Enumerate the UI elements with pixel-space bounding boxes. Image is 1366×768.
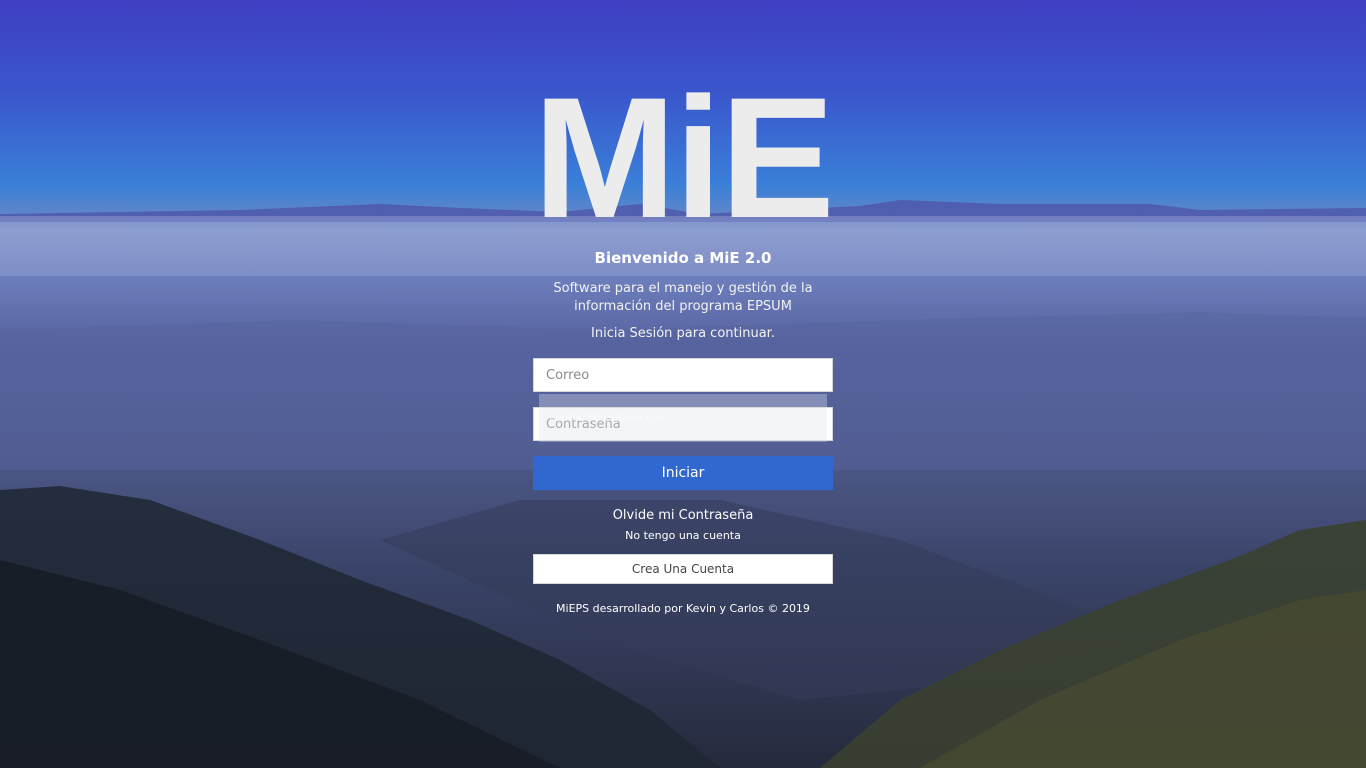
app-description: Software para el manejo y gestión de la … [553,281,813,314]
email-field[interactable] [533,358,833,392]
welcome-heading: Bienvenido a MiE 2.0 [594,249,772,267]
forgot-password-link[interactable]: Olvide mi Contraseña [533,508,833,523]
create-account-button[interactable]: Crea Una Cuenta [533,554,833,584]
no-account-text: No tengo una cuenta [625,529,741,542]
autofill-email-text: kevbar10@gmail.com [549,411,670,424]
login-instruction: Inicia Sesión para continuar. [591,326,775,341]
app-logo: MiE [533,62,835,254]
login-button[interactable]: Iniciar [533,456,833,490]
footer-credits: MiEPS desarrollado por Kevin y Carlos © … [556,602,810,615]
autofill-suggestion[interactable]: kevbar10@gmail.com [539,394,827,442]
